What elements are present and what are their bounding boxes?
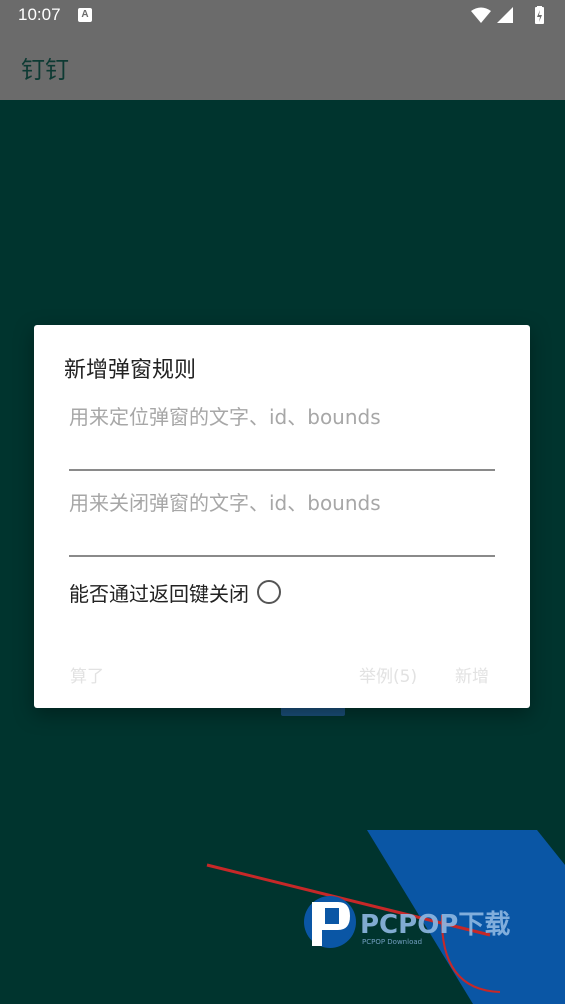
- back-close-row[interactable]: 能否通过返回键关闭: [69, 577, 281, 607]
- watermark-brand: PCPOP下载: [360, 910, 510, 940]
- notification-icon: A: [78, 8, 92, 22]
- dialog-title: 新增弹窗规则: [64, 358, 197, 383]
- example-button[interactable]: 举例(5): [359, 662, 417, 687]
- locate-field-container: [69, 403, 495, 471]
- wifi-icon: [471, 7, 491, 23]
- back-close-radio[interactable]: [257, 580, 281, 604]
- signal-icon: [497, 7, 513, 23]
- watermark-p-icon: [304, 896, 356, 948]
- battery-charging-icon: [535, 6, 544, 24]
- back-close-label: 能否通过返回键关闭: [69, 581, 249, 606]
- status-time: 10:07: [18, 5, 61, 24]
- close-input-underline: [69, 555, 495, 557]
- status-bar: 10:07 A: [0, 0, 565, 32]
- locate-popup-input[interactable]: [69, 403, 495, 465]
- watermark-sub: PCPOP Download: [362, 938, 422, 946]
- status-icons: [471, 6, 544, 24]
- cancel-button[interactable]: 算了: [70, 662, 104, 687]
- app-bar: 钉钉: [0, 32, 565, 100]
- locate-input-underline: [69, 469, 495, 471]
- app-title: 钉钉: [21, 56, 69, 84]
- close-field-container: [69, 489, 495, 557]
- add-button[interactable]: 新增: [455, 662, 489, 687]
- close-popup-input[interactable]: [69, 489, 495, 551]
- watermark-logo: PCPOP下载 PCPOP Download: [206, 830, 565, 1004]
- add-popup-rule-dialog: 新增弹窗规则 能否通过返回键关闭 算了 举例(5) 新增: [34, 325, 530, 708]
